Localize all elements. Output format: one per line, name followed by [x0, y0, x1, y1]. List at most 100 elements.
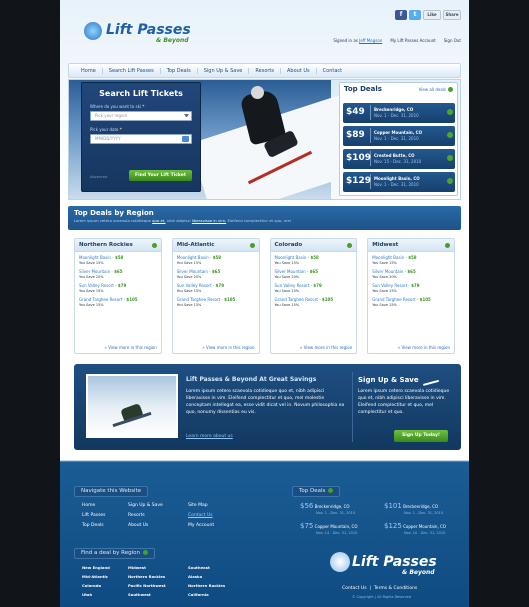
- region-deal[interactable]: Grand Targhee Resort - $105 You Save 15%: [75, 294, 161, 308]
- footer-region-link[interactable]: Pacific Northwest: [128, 583, 166, 588]
- nav-about-us[interactable]: About Us: [281, 67, 317, 74]
- deal-date: Nov. 1 - Dec. 31, 2010: [374, 113, 419, 118]
- user-name-link[interactable]: Jeff Mogson: [359, 38, 382, 43]
- region-deal[interactable]: Sun Valley Resort - $79 You Save 15%: [271, 280, 357, 294]
- region-deal[interactable]: Silver Mountain - $65 You Save 20%: [271, 266, 357, 280]
- region-select[interactable]: Pick your region: [90, 111, 192, 121]
- deal-item[interactable]: $109 Crested Butte, CO Nov. 15 - Dec. 31…: [343, 149, 455, 169]
- footer-deal[interactable]: $101 Breckenridge, CO Nov. 1 - Dec. 31, 2…: [384, 502, 443, 515]
- footer-region-link[interactable]: Southwest: [128, 592, 151, 597]
- main-nav: Home Search Lift Passes Top Deals Sign U…: [68, 63, 461, 78]
- view-all-deals-link[interactable]: View all deals: [419, 86, 453, 92]
- footer-region-link[interactable]: California: [188, 592, 209, 597]
- deal-item[interactable]: $89 Copper Mountain, CO Nov. 1 - Dec. 31…: [343, 126, 455, 146]
- arrow-icon[interactable]: [445, 242, 450, 248]
- footer-region-link[interactable]: New England: [82, 565, 110, 570]
- resort-name: Grand Targhee Resort: [274, 297, 318, 302]
- region-deal-name: Sun Valley Resort - $79: [79, 283, 127, 288]
- account-link[interactable]: My Lift Passes Account: [390, 38, 435, 43]
- footer-region-link[interactable]: Utah: [82, 592, 92, 597]
- footer-region-link[interactable]: Mid-Atlantic: [82, 574, 108, 579]
- savings-text: You Save 20%: [274, 275, 300, 279]
- savings-text: You Save 15%: [79, 303, 104, 307]
- calendar-icon[interactable]: [182, 136, 189, 142]
- arrow-icon[interactable]: [249, 242, 255, 248]
- footer-region-link[interactable]: Colorado: [82, 583, 101, 588]
- footer-link-my-account[interactable]: My Account: [188, 523, 214, 528]
- region-deal[interactable]: Moonlight Basin - $58 You Save 15%: [368, 252, 454, 266]
- region-deal-name: Grand Targhee Resort - $105: [176, 297, 236, 302]
- region-deal[interactable]: Grand Targhee Resort - $105 You Save 15%: [173, 294, 259, 308]
- footer-region-link[interactable]: Southeast: [188, 565, 210, 570]
- footer-deal[interactable]: $75 Copper Mountain, CO Nov. 14 - Dec. 31…: [300, 522, 357, 535]
- region-deal[interactable]: Moonlight Basin - $58 You Save 15%: [75, 252, 161, 266]
- footer-link-sign-up[interactable]: Sign Up & Save: [128, 503, 163, 508]
- region-deal-name: Sun Valley Resort - $79: [176, 283, 224, 288]
- footer-region-link[interactable]: Northern Rockies: [128, 574, 165, 579]
- nav-resorts[interactable]: Resorts: [249, 67, 282, 74]
- facebook-icon[interactable]: f: [395, 10, 407, 20]
- footer-region-link[interactable]: Midwest: [128, 565, 146, 570]
- region-deal[interactable]: Sun Valley Resort - $79 You Save 15%: [75, 280, 161, 294]
- date-input[interactable]: MM/DD/YYYY: [90, 134, 192, 144]
- footer-contact-link[interactable]: Contact Us: [342, 586, 367, 591]
- footer-link-resorts[interactable]: Resorts: [128, 513, 145, 518]
- region-deal[interactable]: Grand Targhee Resort - $105 You Save 15%: [271, 294, 357, 308]
- footer-deal-date: Nov. 1 - Dec. 31, 2010: [316, 511, 356, 515]
- footer-link-contact-us[interactable]: Contact Us: [188, 513, 213, 518]
- deal-item[interactable]: $49 Breckenridge, CO Nov. 1 - Dec. 31, 2…: [343, 103, 455, 123]
- nav-sign-up-save[interactable]: Sign Up & Save: [198, 67, 250, 74]
- nav-search-lift-passes[interactable]: Search Lift Passes: [103, 67, 161, 74]
- site-logo[interactable]: Lift Passes & Beyond: [84, 22, 204, 52]
- footer-link-site-map[interactable]: Site Map: [188, 503, 208, 508]
- footer-link-lift-passes[interactable]: Lift Passes: [82, 513, 106, 518]
- view-more-link[interactable]: » View more in this region: [173, 345, 259, 350]
- footer-link-about-us[interactable]: About Us: [128, 523, 148, 528]
- nav-contact[interactable]: Contact: [317, 68, 348, 74]
- website: Lift Passes & Beyond f t Like Share Sign…: [60, 0, 469, 607]
- footer-terms-link[interactable]: Terms & Conditions: [374, 586, 417, 591]
- skier-helmet: [251, 86, 264, 99]
- deal-item[interactable]: $129 Moonlight Basin, CO Nov. 1 - Dec. 3…: [343, 172, 455, 192]
- region-deal[interactable]: Silver Mountain - $65 You Save 20%: [368, 266, 454, 280]
- region-deal[interactable]: Moonlight Basin - $58 You Save 15%: [271, 252, 357, 266]
- regions-subtitle-link-2[interactable]: liberavisse in vim.: [192, 218, 226, 223]
- footer-deal[interactable]: $125 Copper Mountain, CO Nov. 10 - Dec. 3…: [384, 522, 446, 535]
- view-more-link[interactable]: » View more in this region: [368, 345, 454, 350]
- resort-name: Moonlight Basin: [176, 255, 209, 260]
- learn-more-link[interactable]: Learn more about us: [186, 434, 233, 439]
- signup-button[interactable]: Sign Up Today!: [394, 430, 448, 442]
- find-ticket-button[interactable]: Find Your Lift Ticket: [129, 170, 192, 181]
- twitter-icon[interactable]: t: [409, 10, 421, 20]
- footer-link-top-deals[interactable]: Top Deals: [82, 523, 104, 528]
- region-deal[interactable]: Sun Valley Resort - $79 You Save 15%: [368, 280, 454, 294]
- share-button[interactable]: Share: [443, 10, 461, 20]
- advanced-link[interactable]: Advanced: [90, 175, 107, 179]
- view-more-link[interactable]: » View more in this region: [75, 345, 161, 350]
- date-label: Pick your date *: [90, 127, 122, 132]
- resort-price: $65: [211, 269, 221, 274]
- signup-text: Lorem ipsum cetero scaevola cotidieque q…: [358, 389, 450, 415]
- like-button[interactable]: Like: [423, 10, 441, 20]
- arrow-icon[interactable]: [347, 242, 353, 248]
- regions-subtitle-link-1[interactable]: quo et,: [152, 218, 165, 223]
- deal-date: Nov. 1 - Dec. 31, 2010: [374, 136, 419, 141]
- signout-link[interactable]: Sign Out: [444, 38, 461, 43]
- region-deal[interactable]: Silver Mountain - $65 You Save 20%: [75, 266, 161, 280]
- region-deal[interactable]: Sun Valley Resort - $79 You Save 15%: [173, 280, 259, 294]
- footer-link-home[interactable]: Home: [82, 503, 95, 508]
- region-deal-name: Grand Targhee Resort - $105: [274, 297, 334, 302]
- social-buttons: f t Like Share: [395, 10, 461, 20]
- region-deal[interactable]: Grand Targhee Resort - $105 You Save 15%: [368, 294, 454, 308]
- region-deal[interactable]: Moonlight Basin - $58 You Save 15%: [173, 252, 259, 266]
- footer-region-link[interactable]: Northern Rockies: [188, 583, 225, 588]
- top-deals-title: Top Deals: [344, 85, 382, 93]
- footer-deal[interactable]: $56 Breckenridge, CO Nov. 1 - Dec. 31, 20…: [300, 502, 355, 515]
- arrow-icon[interactable]: [151, 242, 157, 248]
- resort-price: $65: [114, 269, 123, 274]
- view-more-link[interactable]: » View more in this region: [271, 345, 357, 350]
- nav-home[interactable]: Home: [75, 67, 103, 74]
- nav-top-deals[interactable]: Top Deals: [161, 67, 198, 74]
- footer-region-link[interactable]: Alaska: [188, 574, 202, 579]
- region-deal[interactable]: Silver Mountain - $65 You Save 20%: [173, 266, 259, 280]
